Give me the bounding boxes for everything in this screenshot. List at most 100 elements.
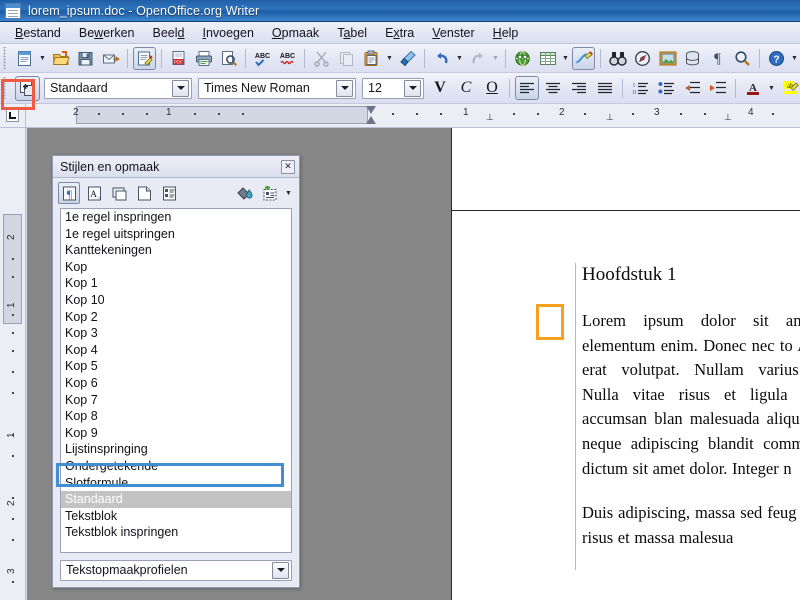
clone-formatting-button[interactable] — [396, 47, 419, 70]
menu-opmaak[interactable]: Opmaak — [263, 24, 328, 42]
menu-tabel[interactable]: Tabel — [328, 24, 376, 42]
character-styles-button[interactable]: A — [83, 182, 105, 204]
document-paragraph-1[interactable]: Lorem ipsum dolor sit amet, co elementum… — [582, 309, 800, 481]
fill-format-mode-button[interactable] — [233, 182, 255, 204]
redo-button[interactable] — [466, 47, 489, 70]
unordered-list-button[interactable] — [654, 76, 678, 100]
paragraph-indent-marker[interactable] — [366, 106, 377, 124]
styles-list[interactable]: 1e regel inspringen 1e regel uitspringen K… — [60, 208, 292, 553]
email-document-button[interactable] — [99, 47, 122, 70]
style-list-item-kop-4[interactable]: Kop 4 — [61, 342, 291, 359]
frame-styles-button[interactable] — [108, 182, 130, 204]
style-list-item-kop-8[interactable]: Kop 8 — [61, 408, 291, 425]
print-button[interactable] — [192, 47, 215, 70]
decrease-indent-button[interactable] — [680, 76, 704, 100]
font-size-combo[interactable]: 12 — [362, 77, 424, 99]
styles-filter-combo[interactable]: Tekstopmaakprofielen — [60, 559, 292, 581]
style-list-item-kop-2[interactable]: Kop 2 — [61, 309, 291, 326]
paragraph-style-dropdown-button[interactable] — [172, 79, 189, 97]
ruler-corner-tab-selector[interactable] — [0, 104, 26, 128]
align-left-button[interactable] — [515, 76, 539, 100]
copy-button[interactable] — [335, 47, 358, 70]
menu-help[interactable]: Help — [484, 24, 528, 42]
styles-and-formatting-panel[interactable]: Stijlen en opmaak ✕ ¶ A ▼ 1e regel inspr… — [52, 155, 300, 588]
style-list-item-slotformule[interactable]: Slotformule — [61, 475, 291, 492]
style-list-item-kop-7[interactable]: Kop 7 — [61, 392, 291, 409]
undo-dropdown[interactable]: ▼ — [454, 47, 465, 70]
toolbar-grip[interactable] — [2, 47, 9, 69]
undo-button[interactable] — [430, 47, 453, 70]
style-list-item-kop-9[interactable]: Kop 9 — [61, 425, 291, 442]
navigator-button[interactable] — [631, 47, 654, 70]
new-document-dropdown[interactable]: ▼ — [37, 47, 48, 70]
horizontal-ruler[interactable]: 2 1 1 ⊥ 2 ⊥ 3 ⊥ 4 — [26, 104, 800, 128]
open-button[interactable] — [49, 47, 72, 70]
vertical-ruler[interactable]: 2 1 1 2 3 4 — [0, 128, 26, 600]
document-text-block[interactable]: Hoofdstuk 1 Lorem ipsum dolor sit amet, … — [575, 263, 800, 571]
font-color-dropdown[interactable]: ▼ — [766, 77, 777, 100]
style-list-item-kop-6[interactable]: Kop 6 — [61, 375, 291, 392]
highlight-color-button[interactable]: ab — [778, 76, 800, 100]
document-heading[interactable]: Hoofdstuk 1 — [582, 263, 800, 287]
menu-invoegen[interactable]: Invoegen — [193, 24, 262, 42]
insert-image-button[interactable] — [656, 47, 679, 70]
underline-button[interactable]: O — [480, 76, 504, 100]
cut-button[interactable] — [310, 47, 333, 70]
page-styles-button[interactable] — [133, 182, 155, 204]
styles-and-formatting-button[interactable] — [15, 75, 40, 101]
menu-venster[interactable]: Venster — [423, 24, 483, 42]
align-right-button[interactable] — [567, 76, 591, 100]
edit-file-button[interactable] — [133, 46, 156, 70]
redo-dropdown[interactable]: ▼ — [490, 47, 501, 70]
style-list-item-ondergetekende[interactable]: Ondergetekende — [61, 458, 291, 475]
style-list-item-1e-regel-inspringen[interactable]: 1e regel inspringen — [61, 209, 291, 226]
font-name-dropdown-button[interactable] — [336, 79, 353, 97]
export-pdf-button[interactable]: PDF — [167, 47, 190, 70]
help-button[interactable]: ? — [765, 47, 788, 70]
close-icon[interactable]: ✕ — [281, 159, 295, 174]
zoom-button[interactable] — [731, 47, 754, 70]
data-sources-button[interactable] — [681, 47, 704, 70]
font-size-dropdown-button[interactable] — [404, 79, 421, 97]
style-list-item-kop-10[interactable]: Kop 10 — [61, 292, 291, 309]
style-list-item-lijstinspringing[interactable]: Lijstinspringing — [61, 441, 291, 458]
new-style-button[interactable] — [258, 182, 280, 204]
toolbar-overflow-button[interactable]: ▼ — [789, 47, 800, 70]
menu-extra[interactable]: Extra — [376, 24, 423, 42]
paragraph-styles-button[interactable]: ¶ — [58, 182, 80, 204]
spelling-button[interactable]: ABC — [251, 47, 274, 70]
list-styles-button[interactable] — [158, 182, 180, 204]
menu-beeld[interactable]: Beeld — [143, 24, 193, 42]
style-list-item-tekstblok[interactable]: Tekstblok — [61, 508, 291, 525]
print-preview-button[interactable] — [217, 47, 240, 70]
draw-functions-button[interactable] — [572, 46, 595, 70]
autospellcheck-button[interactable]: ABC — [276, 47, 299, 70]
align-center-button[interactable] — [541, 76, 565, 100]
formatting-marks-button[interactable]: ¶ — [706, 47, 729, 70]
style-list-item-kop-1[interactable]: Kop 1 — [61, 275, 291, 292]
style-list-item-kop-5[interactable]: Kop 5 — [61, 358, 291, 375]
align-justify-button[interactable] — [593, 76, 617, 100]
font-color-button[interactable]: A — [741, 76, 765, 100]
menu-bewerken[interactable]: Bewerken — [70, 24, 144, 42]
bold-button[interactable]: V — [428, 76, 452, 100]
insert-table-button[interactable] — [536, 47, 559, 70]
style-list-item-1e-regel-uitspringen[interactable]: 1e regel uitspringen — [61, 226, 291, 243]
toolbar-grip[interactable] — [2, 77, 9, 99]
paste-dropdown[interactable]: ▼ — [384, 47, 395, 70]
style-list-item-kop[interactable]: Kop — [61, 259, 291, 276]
style-list-item-standaard[interactable]: Standaard — [61, 491, 291, 508]
menu-bestand[interactable]: Bestand — [6, 24, 70, 42]
find-replace-button[interactable] — [606, 47, 629, 70]
insert-table-dropdown[interactable]: ▼ — [560, 47, 571, 70]
italic-button[interactable]: C — [454, 76, 478, 100]
document-page-2[interactable]: Hoofdstuk 1 Lorem ipsum dolor sit amet, … — [451, 210, 800, 600]
paste-button[interactable] — [360, 47, 383, 70]
style-list-item-kop-3[interactable]: Kop 3 — [61, 325, 291, 342]
new-style-dropdown[interactable]: ▼ — [283, 182, 294, 205]
new-document-button[interactable] — [13, 47, 36, 70]
styles-filter-dropdown-button[interactable] — [272, 561, 289, 579]
style-list-item-tekstblok-inspringen[interactable]: Tekstblok inspringen — [61, 524, 291, 541]
document-paragraph-2[interactable]: Duis adipiscing, massa sed feug Nunc in … — [582, 501, 800, 550]
style-list-item-kanttekeningen[interactable]: Kanttekeningen — [61, 242, 291, 259]
